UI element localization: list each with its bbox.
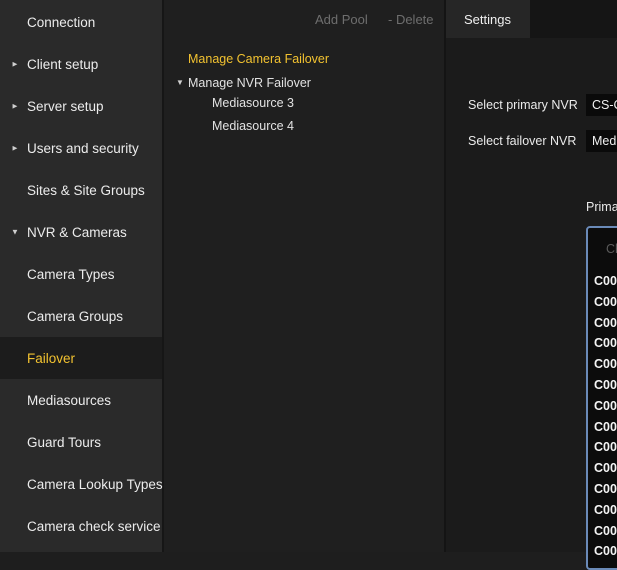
caret-down-icon[interactable]: ▼ [11,228,19,237]
list-item[interactable]: C00 [594,274,617,288]
sidebar-item-label: Camera Lookup Types [27,476,163,492]
tab-strip: Settings [446,0,617,38]
list-item[interactable]: C00 [594,420,617,434]
primary-nvr-label: Select primary NVR [468,98,578,112]
sidebar-item-camera-groups[interactable]: Camera Groups [0,295,162,337]
expand-caret-icon[interactable]: ▼ [176,78,184,87]
sidebar-item-label: Failover [27,350,76,366]
sidebar-item-camera-check-service[interactable]: Camera check service [0,505,162,547]
sidebar-item-guard-tours[interactable]: Guard Tours [0,421,162,463]
primary-nvr-select[interactable]: CS-C [586,94,617,116]
tree-node-label: Manage NVR Failover [188,76,311,90]
primary-camera-list[interactable]: Ch C00 C00 C00 C00 C00 C00 C00 C00 C00 C00 C00 C00 C… [586,226,617,570]
list-item[interactable]: C00 [594,503,617,517]
sidebar-item-camera-lookup-types[interactable]: Camera Lookup Types [0,463,163,505]
primary-list-label: Prima [586,200,617,214]
sidebar-item-nvr-and-cameras[interactable]: ▼ NVR & Cameras [0,211,162,253]
sidebar-item-sites-and-site-groups[interactable]: Sites & Site Groups [0,169,162,211]
sidebar-item-label: Users and security [27,140,139,156]
caret-right-icon[interactable]: ► [11,60,19,69]
sidebar-item-users-and-security[interactable]: ► Users and security [0,127,162,169]
sidebar-item-label: Mediasources [27,392,112,408]
tree-node-manage-camera-failover[interactable]: Manage Camera Failover [188,52,329,66]
sidebar-item-failover[interactable]: Failover [0,337,162,379]
tree-node-manage-nvr-failover[interactable]: ▼ Manage NVR Failover [176,76,311,90]
list-item[interactable]: C00 [594,461,617,475]
settings-panel: Settings Select primary NVR CS-C Select … [446,0,617,570]
list-item[interactable]: C00 [594,378,617,392]
failover-tree-panel: Add Pool - Delete Manage Camera Failover… [164,0,446,552]
sidebar-item-label: Server setup [27,98,104,114]
list-item[interactable]: C00 [594,295,617,309]
sidebar-item-mediasources[interactable]: Mediasources [0,379,162,421]
sidebar-item-label: Camera Groups [27,308,124,324]
list-item[interactable]: C00 [594,399,617,413]
list-item[interactable]: C00 [594,482,617,496]
sidebar-item-camera-types[interactable]: Camera Types [0,253,162,295]
add-pool-button[interactable]: Add Pool [315,12,368,27]
list-item[interactable]: C00 [594,357,617,371]
sidebar-item-server-setup[interactable]: ► Server setup [0,85,162,127]
tree-node-mediasource[interactable]: Mediasource 3 [212,96,294,110]
list-item[interactable]: C00 [594,524,617,538]
list-item[interactable]: C00 [594,336,617,350]
sidebar-item-connection[interactable]: Connection [0,1,162,43]
sidebar-item-label: Client setup [27,56,99,72]
sidebar-item-label: Sites & Site Groups [27,182,145,198]
failover-nvr-select[interactable]: Medi [586,130,617,152]
list-search-placeholder[interactable]: Ch [606,242,617,256]
failover-nvr-label: Select failover NVR [468,134,577,148]
tab-settings[interactable]: Settings [446,0,530,38]
list-item[interactable]: C00 [594,544,617,558]
list-item[interactable]: C00 [594,440,617,454]
sidebar-item-label: Camera check service [27,518,161,534]
delete-button[interactable]: - Delete [388,12,434,27]
sidebar-item-label: NVR & Cameras [27,224,127,240]
caret-right-icon[interactable]: ► [11,144,19,153]
caret-right-icon[interactable]: ► [11,102,19,111]
list-item[interactable]: C00 [594,316,617,330]
sidebar-item-client-setup[interactable]: ► Client setup [0,43,162,85]
tree-node-mediasource[interactable]: Mediasource 4 [212,119,294,133]
sidebar-item-label: Camera Types [27,266,115,282]
sidebar-item-label: Guard Tours [27,434,102,450]
sidebar: Connection ► Client setup ► Server setup ► Use… [0,0,164,552]
sidebar-item-label: Connection [27,14,96,30]
